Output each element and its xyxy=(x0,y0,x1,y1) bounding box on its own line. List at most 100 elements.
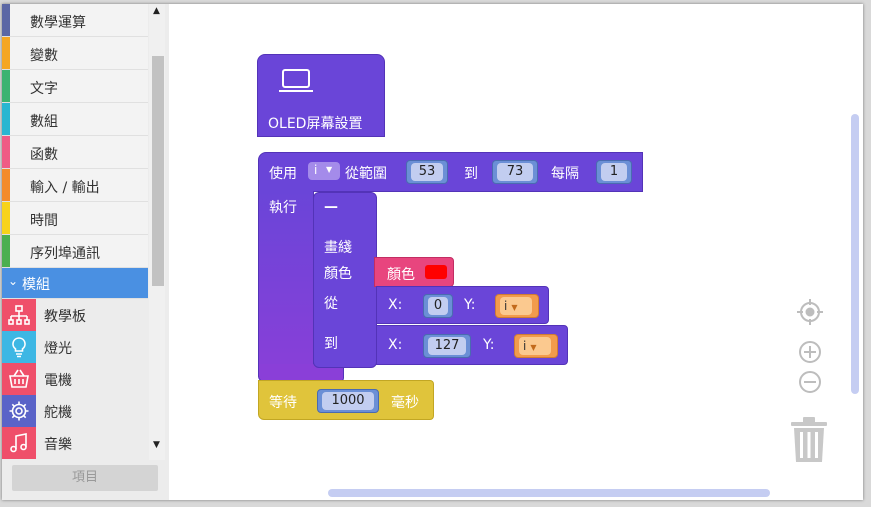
draw-line-block[interactable]: — 畫綫 顏色 從 到 xyxy=(313,192,377,368)
draw-line-dash: — xyxy=(324,199,338,215)
to-x-value: 127 xyxy=(428,337,466,355)
to-y-variable[interactable]: i ▼ xyxy=(514,334,558,358)
subcategory-label: 燈光 xyxy=(44,341,72,357)
category-label: 變數 xyxy=(30,48,58,64)
category-color-stripe xyxy=(2,103,10,135)
workspace-vertical-scrollbar[interactable] xyxy=(851,114,859,394)
toolbox-scrollbar[interactable]: ▲ ▼ xyxy=(149,4,165,460)
basket-icon xyxy=(2,363,36,395)
subcategory-motor[interactable]: 電機 xyxy=(2,363,148,395)
to-coordinate-block[interactable]: X: 127 Y: i ▼ xyxy=(376,325,568,365)
category-label: 序列埠通訊 xyxy=(30,246,100,262)
from-x-input[interactable]: 0 xyxy=(423,294,453,318)
subcategory-label: 舵機 xyxy=(44,405,72,421)
category-functions[interactable]: 函數 xyxy=(2,136,148,169)
loop-step-input[interactable]: 1 xyxy=(596,160,632,184)
loop-to-label: 到 xyxy=(464,166,478,182)
loop-start-input[interactable]: 53 xyxy=(406,160,448,184)
crosshair-icon[interactable] xyxy=(796,298,824,330)
category-time[interactable]: 時間 xyxy=(2,202,148,235)
category-label: 時間 xyxy=(30,213,58,229)
category-label: 函數 xyxy=(30,147,58,163)
items-button[interactable]: 項目 xyxy=(12,465,158,491)
oled-setup-block[interactable]: OLED屏幕設置 xyxy=(257,54,385,137)
subcategory-light[interactable]: 燈光 xyxy=(2,331,148,363)
color-block[interactable]: 顏色 xyxy=(374,257,454,287)
draw-line-to-label: 到 xyxy=(324,336,338,352)
laptop-icon xyxy=(278,67,314,99)
subcategory-label: 音樂 xyxy=(44,437,72,453)
category-variables[interactable]: 變數 xyxy=(2,37,148,70)
wait-duration-value: 1000 xyxy=(322,392,374,410)
draw-line-label: 畫綫 xyxy=(324,240,352,256)
wait-unit-label: 毫秒 xyxy=(391,395,419,411)
category-color-stripe xyxy=(2,235,10,267)
trash-icon[interactable] xyxy=(789,416,829,468)
loop-end-value: 73 xyxy=(497,163,533,181)
zoom-out-icon[interactable] xyxy=(798,370,822,398)
to-x-input[interactable]: 127 xyxy=(423,334,471,358)
to-x-label: X: xyxy=(388,337,403,353)
wait-duration-input[interactable]: 1000 xyxy=(317,389,379,413)
subcategory-label: 電機 xyxy=(44,373,72,389)
gear-icon xyxy=(2,395,36,427)
for-loop-block[interactable]: 使用 i ▼ 從範圍 53 到 73 每隔 1 xyxy=(258,152,643,192)
dropdown-arrow-icon: ▼ xyxy=(530,343,537,352)
scrollbar-thumb[interactable] xyxy=(152,56,164,286)
category-math[interactable]: 數學運算 xyxy=(2,4,148,37)
loop-start-value: 53 xyxy=(411,163,443,181)
from-y-value: i xyxy=(504,299,508,313)
subcategory-servo[interactable]: 舵機 xyxy=(2,395,148,427)
loop-variable-dropdown[interactable]: i ▼ xyxy=(308,162,340,180)
category-label: 數學運算 xyxy=(30,15,86,31)
category-color-stripe xyxy=(2,70,10,102)
subcategory-label: 教學板 xyxy=(44,309,86,325)
category-label: 數組 xyxy=(30,114,58,130)
draw-line-from-label: 從 xyxy=(324,296,338,312)
category-color-stripe xyxy=(2,202,10,234)
zoom-in-icon[interactable] xyxy=(798,340,822,368)
toolbox-sidebar: 數學運算 變數 文字 數組 函數 輸入 / 輸出 時間 序列埠通訊 ⌄ 模組 教… xyxy=(2,4,169,500)
loop-use-label: 使用 xyxy=(269,166,297,182)
for-loop-left-arm[interactable]: 執行 xyxy=(258,191,314,381)
category-modules[interactable]: ⌄ 模組 xyxy=(2,268,148,299)
loop-do-label: 執行 xyxy=(269,200,297,216)
from-x-value: 0 xyxy=(428,297,448,315)
loop-from-label: 從範圍 xyxy=(345,166,387,182)
to-y-var-pill: i ▼ xyxy=(519,337,551,355)
category-color-stripe xyxy=(2,169,10,201)
loop-step-value: 1 xyxy=(601,163,627,181)
wait-block[interactable]: 等待 1000 毫秒 xyxy=(258,380,434,420)
from-x-label: X: xyxy=(388,297,403,313)
to-y-label: Y: xyxy=(483,337,495,353)
scroll-up-arrow-icon[interactable]: ▲ xyxy=(153,6,160,16)
oled-setup-label: OLED屏幕設置 xyxy=(268,116,363,132)
subcategory-music[interactable]: 音樂 xyxy=(2,427,148,459)
app-frame: 數學運算 變數 文字 數組 函數 輸入 / 輸出 時間 序列埠通訊 ⌄ 模組 教… xyxy=(2,4,863,500)
category-arrays[interactable]: 數組 xyxy=(2,103,148,136)
subcategory-board[interactable]: 教學板 xyxy=(2,299,148,331)
category-label: 文字 xyxy=(30,81,58,97)
circuit-board-icon xyxy=(2,299,36,331)
category-color-stripe xyxy=(2,4,10,36)
category-label: 輸入 / 輸出 xyxy=(30,180,100,196)
category-serial[interactable]: 序列埠通訊 xyxy=(2,235,148,268)
category-list: 數學運算 變數 文字 數組 函數 輸入 / 輸出 時間 序列埠通訊 ⌄ 模組 教… xyxy=(2,4,148,459)
loop-end-input[interactable]: 73 xyxy=(492,160,538,184)
from-y-label: Y: xyxy=(464,297,476,313)
loop-step-label: 每隔 xyxy=(551,166,579,182)
workspace-horizontal-scrollbar[interactable] xyxy=(328,489,770,497)
music-note-icon xyxy=(2,427,36,459)
chevron-down-icon: ⌄ xyxy=(8,274,19,288)
from-y-variable[interactable]: i ▼ xyxy=(495,294,539,318)
wait-label: 等待 xyxy=(269,395,297,411)
category-color-stripe xyxy=(2,136,10,168)
dropdown-arrow-icon: ▼ xyxy=(326,165,333,174)
lightbulb-icon xyxy=(2,331,36,363)
category-io[interactable]: 輸入 / 輸出 xyxy=(2,169,148,202)
from-coordinate-block[interactable]: X: 0 Y: i ▼ xyxy=(376,286,549,324)
scroll-down-arrow-icon[interactable]: ▼ xyxy=(153,440,160,450)
category-text[interactable]: 文字 xyxy=(2,70,148,103)
dropdown-arrow-icon: ▼ xyxy=(511,303,518,312)
color-swatch[interactable] xyxy=(425,265,447,279)
